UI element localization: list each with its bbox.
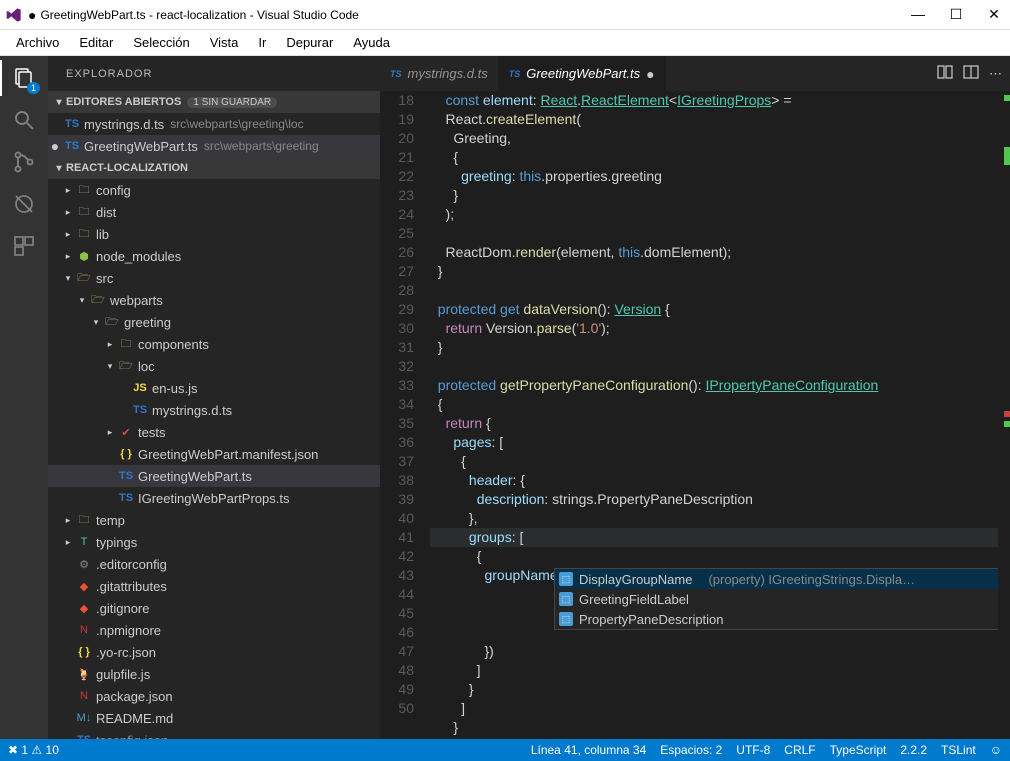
- status-smiley-icon[interactable]: ☺: [990, 743, 1002, 757]
- tree-item[interactable]: { }GreetingWebPart.manifest.json: [48, 443, 380, 465]
- explorer-icon[interactable]: 1: [10, 64, 38, 92]
- status-lang[interactable]: TypeScript: [830, 743, 887, 757]
- status-cursor[interactable]: Línea 41, columna 34: [531, 743, 646, 757]
- tree-item[interactable]: ▸🗀config: [48, 179, 380, 201]
- tree-item[interactable]: ◆.gitattributes: [48, 575, 380, 597]
- minimize-button[interactable]: —: [908, 6, 928, 23]
- dirty-dot-icon: ●: [646, 66, 654, 82]
- minimap[interactable]: [998, 91, 1010, 739]
- menu-ayuda[interactable]: Ayuda: [345, 33, 398, 52]
- tree-item[interactable]: N.npmignore: [48, 619, 380, 641]
- status-encoding[interactable]: UTF-8: [736, 743, 770, 757]
- unsaved-badge: 1 SIN GUARDAR: [187, 97, 277, 108]
- editor-tabs: TS mystrings.d.ts TS GreetingWebPart.ts …: [380, 56, 1010, 91]
- more-icon[interactable]: ⋯: [989, 66, 1002, 82]
- tree-item[interactable]: ▾🗁loc: [48, 355, 380, 377]
- chevron-down-icon: ▾: [52, 163, 66, 174]
- status-spaces[interactable]: Espacios: 2: [660, 743, 722, 757]
- scm-icon[interactable]: [10, 148, 38, 176]
- ts-icon: TS: [390, 69, 402, 79]
- tree-item[interactable]: ▾🗁webparts: [48, 289, 380, 311]
- tree-item[interactable]: ▸🗀components: [48, 333, 380, 355]
- menu-depurar[interactable]: Depurar: [278, 33, 341, 52]
- open-editors-header[interactable]: ▾ EDITORES ABIERTOS 1 SIN GUARDAR: [48, 91, 380, 113]
- tree-item[interactable]: ▸🗀dist: [48, 201, 380, 223]
- tab-mystrings[interactable]: TS mystrings.d.ts: [380, 56, 499, 91]
- intellisense-item[interactable]: ⬚DisplayGroupName(property) IGreetingStr…: [555, 569, 1010, 589]
- tree-item[interactable]: JSen-us.js: [48, 377, 380, 399]
- menu-ir[interactable]: Ir: [250, 33, 274, 52]
- tree-item[interactable]: TSIGreetingWebPartProps.ts: [48, 487, 380, 509]
- chevron-down-icon: ▾: [52, 97, 66, 108]
- close-button[interactable]: ✕: [984, 6, 1004, 23]
- maximize-button[interactable]: ☐: [946, 6, 966, 23]
- menu-editar[interactable]: Editar: [71, 33, 121, 52]
- editor-body[interactable]: 1819202122232425262728293031323334353637…: [380, 91, 1010, 739]
- intellisense-popup[interactable]: ⬚DisplayGroupName(property) IGreetingStr…: [554, 568, 1010, 630]
- sidebar-title: EXPLORADOR: [48, 56, 380, 91]
- intellisense-item[interactable]: ⬚PropertyPaneDescription: [555, 609, 1010, 629]
- intellisense-item[interactable]: ⬚GreetingFieldLabel: [555, 589, 1010, 609]
- editor-area: TS mystrings.d.ts TS GreetingWebPart.ts …: [380, 56, 1010, 739]
- tab-label: GreetingWebPart.ts: [526, 66, 640, 81]
- gutter: 1819202122232425262728293031323334353637…: [380, 91, 430, 739]
- open-editor-item[interactable]: TSmystrings.d.tssrc\webparts\greeting\lo…: [48, 113, 380, 135]
- open-editor-item[interactable]: ●TSGreetingWebPart.tssrc\webparts\greeti…: [48, 135, 380, 157]
- status-version[interactable]: 2.2.2: [900, 743, 927, 757]
- split-diff-icon[interactable]: [937, 64, 953, 83]
- menu-archivo[interactable]: Archivo: [8, 33, 67, 52]
- dirty-indicator: ●: [28, 7, 36, 23]
- tree-item[interactable]: ▸🗀lib: [48, 223, 380, 245]
- tree-item[interactable]: ▸Ttypings: [48, 531, 380, 553]
- debug-icon[interactable]: [10, 190, 38, 218]
- open-editors-label: EDITORES ABIERTOS: [66, 96, 181, 108]
- split-editor-icon[interactable]: [963, 64, 979, 83]
- tree-item[interactable]: ▾🗁src: [48, 267, 380, 289]
- tree-item[interactable]: ▸🗀temp: [48, 509, 380, 531]
- tree-item[interactable]: ▸✔tests: [48, 421, 380, 443]
- vs-logo-icon: [6, 7, 22, 23]
- status-eol[interactable]: CRLF: [784, 743, 815, 757]
- menu-vista[interactable]: Vista: [202, 33, 247, 52]
- tree-item[interactable]: TStsconfig.json: [48, 729, 380, 739]
- sidebar: EXPLORADOR ▾ EDITORES ABIERTOS 1 SIN GUA…: [48, 56, 380, 739]
- tree-item[interactable]: { }.yo-rc.json: [48, 641, 380, 663]
- tab-greetingwebpart[interactable]: TS GreetingWebPart.ts ●: [499, 56, 666, 91]
- tree-item[interactable]: ◆.gitignore: [48, 597, 380, 619]
- tree-item[interactable]: TSGreetingWebPart.ts: [48, 465, 380, 487]
- tree-item[interactable]: ▾🗁greeting: [48, 311, 380, 333]
- tab-label: mystrings.d.ts: [408, 66, 488, 81]
- explorer-badge: 1: [27, 82, 40, 94]
- project-label: REACT-LOCALIZATION: [66, 162, 188, 174]
- tree-item[interactable]: ▸⬢node_modules: [48, 245, 380, 267]
- menubar: Archivo Editar Selección Vista Ir Depura…: [0, 30, 1010, 56]
- open-editors-tree: TSmystrings.d.tssrc\webparts\greeting\lo…: [48, 113, 380, 157]
- tree-item[interactable]: M↓README.md: [48, 707, 380, 729]
- status-lint[interactable]: TSLint: [941, 743, 976, 757]
- titlebar: ● GreetingWebPart.ts - react-localizatio…: [0, 0, 1010, 30]
- statusbar: ✖ 1 ⚠ 10 Línea 41, columna 34 Espacios: …: [0, 739, 1010, 761]
- menu-seleccion[interactable]: Selección: [125, 33, 197, 52]
- window-title: GreetingWebPart.ts - react-localization …: [40, 8, 908, 22]
- tree-item[interactable]: Npackage.json: [48, 685, 380, 707]
- activitybar: 1: [0, 56, 48, 739]
- ts-icon: TS: [509, 69, 521, 79]
- tree-item[interactable]: ⚙.editorconfig: [48, 553, 380, 575]
- search-icon[interactable]: [10, 106, 38, 134]
- project-tree: ▸🗀config▸🗀dist▸🗀lib▸⬢node_modules▾🗁src▾🗁…: [48, 179, 380, 739]
- status-errors[interactable]: ✖ 1 ⚠ 10: [8, 743, 59, 757]
- tree-item[interactable]: 🍹gulpfile.js: [48, 663, 380, 685]
- tree-item[interactable]: TSmystrings.d.ts: [48, 399, 380, 421]
- extensions-icon[interactable]: [10, 232, 38, 260]
- code-content[interactable]: const element: React.ReactElement<IGreet…: [430, 91, 1010, 739]
- project-header[interactable]: ▾ REACT-LOCALIZATION: [48, 157, 380, 179]
